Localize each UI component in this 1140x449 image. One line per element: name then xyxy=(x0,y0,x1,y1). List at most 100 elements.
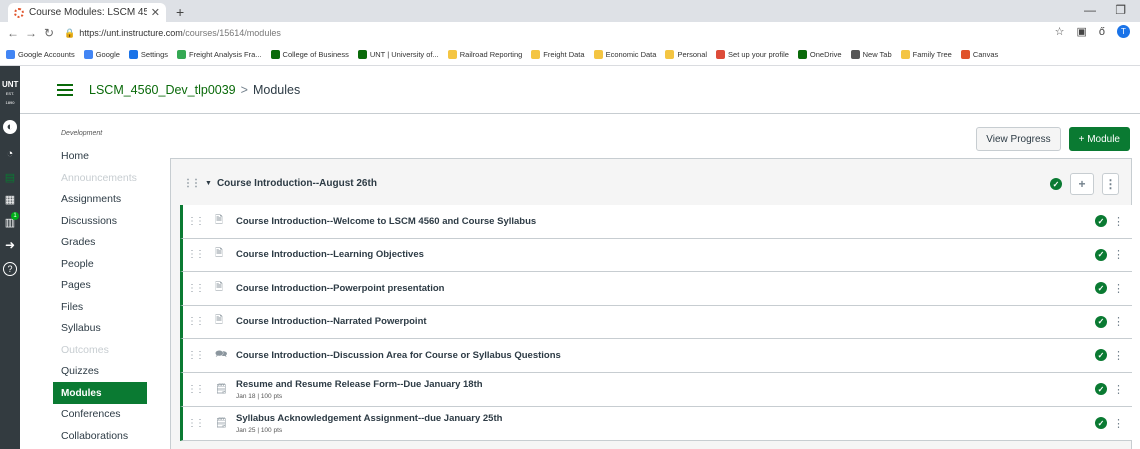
bookmark-item[interactable]: College of Business xyxy=(270,50,349,59)
course-nav-item-syllabus[interactable]: Syllabus xyxy=(61,322,101,334)
drag-handle-icon[interactable]: ⋮⋮ xyxy=(187,216,205,227)
back-icon[interactable]: ← xyxy=(4,26,22,40)
close-tab-icon[interactable]: ✕ xyxy=(151,6,160,19)
item-menu-icon[interactable]: ⋮ xyxy=(1113,315,1124,328)
bookmark-item[interactable]: Freight Data xyxy=(531,50,585,59)
module-menu-button[interactable]: ⋮ xyxy=(1102,173,1119,195)
course-nav-item-discussions[interactable]: Discussions xyxy=(61,215,117,227)
bookmark-item[interactable]: Google Accounts xyxy=(6,50,75,59)
module-item-title[interactable]: Course Introduction--Powerpoint presenta… xyxy=(236,283,444,294)
account-icon[interactable]: ◐ xyxy=(3,120,17,134)
collapse-caret-icon[interactable]: ▼ xyxy=(205,180,212,187)
bookmark-item[interactable]: Personal xyxy=(665,50,707,59)
module-item-title[interactable]: Course Introduction--Discussion Area for… xyxy=(236,350,561,361)
course-nav-item-people[interactable]: People xyxy=(61,258,94,270)
bookmark-item[interactable]: OneDrive xyxy=(797,50,842,59)
new-tab-button[interactable]: + xyxy=(176,4,184,20)
module-item[interactable]: ⋮⋮ 🗪 Course Introduction--Discussion Area … xyxy=(180,339,1132,373)
course-nav-item-collaborations[interactable]: Collaborations xyxy=(61,430,128,442)
item-menu-icon[interactable]: ⋮ xyxy=(1113,215,1124,228)
drag-handle-icon[interactable]: ⋮⋮ xyxy=(187,249,205,260)
bookmark-item[interactable]: Google xyxy=(83,50,120,59)
module-item-title[interactable]: Syllabus Acknowledgement Assignment--due… xyxy=(236,413,502,434)
module-item[interactable]: ⋮⋮ 🗎 Course Introduction--Learning Objecti… xyxy=(180,238,1132,272)
module-item-title[interactable]: Course Introduction--Learning Objectives xyxy=(236,249,424,260)
help-icon[interactable]: ? xyxy=(3,262,17,276)
published-check-icon[interactable]: ✓ xyxy=(1095,215,1107,228)
bookmark-item[interactable]: UNT | University of... xyxy=(357,50,439,59)
course-nav-item-grades[interactable]: Grades xyxy=(61,236,95,248)
course-nav-item-conferences[interactable]: Conferences xyxy=(61,408,121,420)
calendar-icon[interactable]: ▦ xyxy=(3,192,17,206)
bookmark-icon xyxy=(177,50,187,59)
extension2-icon[interactable]: ő xyxy=(1099,26,1105,38)
module-item-title[interactable]: Resume and Resume Release Form--Due Janu… xyxy=(236,379,483,400)
url-field[interactable]: 🔒 https://unt.instructure.com/courses/156… xyxy=(64,28,281,39)
drag-handle-icon[interactable]: ⋮⋮ xyxy=(187,283,205,294)
drag-handle-icon[interactable]: ⋮⋮ xyxy=(187,350,205,361)
item-menu-icon[interactable]: ⋮ xyxy=(1113,383,1124,396)
bookmark-item[interactable]: Family Tree xyxy=(900,50,952,59)
reload-icon[interactable]: ↻ xyxy=(40,26,58,40)
item-menu-icon[interactable]: ⋮ xyxy=(1113,417,1124,430)
bookmark-item[interactable]: New Tab xyxy=(850,50,892,59)
item-meta: Jan 25 | 100 pts xyxy=(236,426,283,434)
add-item-button[interactable]: + xyxy=(1070,173,1094,195)
published-check-icon[interactable]: ✓ xyxy=(1050,178,1062,190)
course-nav-item-assignments[interactable]: Assignments xyxy=(61,193,121,205)
module-panel: ⋮⋮ ▼ Course Introduction--August 26th ✓ … xyxy=(170,158,1132,449)
drag-handle-icon[interactable]: ⋮⋮ xyxy=(187,384,205,395)
extension-icon[interactable]: ▣ xyxy=(1076,25,1086,38)
published-check-icon[interactable]: ✓ xyxy=(1095,417,1107,429)
module-item[interactable]: ⋮⋮ 🗒 Syllabus Acknowledgement Assignment--… xyxy=(180,406,1132,441)
commons-icon[interactable]: ➜ xyxy=(3,238,17,252)
published-check-icon[interactable]: ✓ xyxy=(1095,282,1107,295)
browser-tab[interactable]: Course Modules: LSCM 4560 Bus ✕ xyxy=(8,3,166,22)
bookmark-item[interactable]: Economic Data xyxy=(593,50,657,59)
page-icon: 🗎 xyxy=(215,281,224,293)
bookmark-item[interactable]: Set up your profile xyxy=(716,50,789,59)
hamburger-menu-icon[interactable] xyxy=(57,84,73,96)
item-menu-icon[interactable]: ⋮ xyxy=(1113,248,1124,261)
module-item[interactable]: ⋮⋮ 🗎 Course Introduction--Powerpoint prese… xyxy=(180,272,1132,306)
bookmark-item[interactable]: Canvas xyxy=(960,50,998,59)
courses-icon[interactable]: ▤ xyxy=(3,170,17,184)
dashboard-icon[interactable]: ◔ xyxy=(3,147,17,161)
unt-logo[interactable]: UNT EST. 1890 xyxy=(2,80,18,107)
bookmark-star-icon[interactable]: ☆ xyxy=(1055,25,1065,38)
bookmark-label: Economic Data xyxy=(605,50,657,59)
module-item[interactable]: ⋮⋮ 🗎 Course Introduction--Welcome to LSCM … xyxy=(180,205,1132,239)
drag-handle-icon[interactable]: ⋮⋮ xyxy=(187,418,205,429)
tab-strip: Course Modules: LSCM 4560 Bus ✕ + — ❐ xyxy=(0,0,1140,22)
profile-avatar[interactable]: T xyxy=(1117,25,1130,38)
bookmark-item[interactable]: Settings xyxy=(128,50,168,59)
module-item[interactable]: ⋮⋮ 🗒 Resume and Resume Release Form--Due J… xyxy=(180,372,1132,407)
course-nav-item-pages[interactable]: Pages xyxy=(61,279,91,291)
forward-icon[interactable]: → xyxy=(22,26,40,40)
published-check-icon[interactable]: ✓ xyxy=(1095,383,1107,395)
restore-icon[interactable]: ❐ xyxy=(1115,3,1126,17)
drag-handle-icon[interactable]: ⋮⋮ xyxy=(187,316,205,327)
module-item-title[interactable]: Course Introduction--Narrated Powerpoint xyxy=(236,316,427,327)
course-nav-item-home[interactable]: Home xyxy=(61,150,89,162)
minimize-icon[interactable]: — xyxy=(1084,3,1096,17)
item-menu-icon[interactable]: ⋮ xyxy=(1113,349,1124,362)
course-nav-item-quizzes[interactable]: Quizzes xyxy=(61,365,99,377)
published-check-icon[interactable]: ✓ xyxy=(1095,248,1107,261)
course-nav-item-files[interactable]: Files xyxy=(61,301,83,313)
module-item-title[interactable]: Course Introduction--Welcome to LSCM 456… xyxy=(236,216,536,227)
view-progress-button[interactable]: View Progress xyxy=(976,127,1061,151)
published-check-icon[interactable]: ✓ xyxy=(1095,315,1107,328)
logo-sub: EST. 1890 xyxy=(5,91,15,105)
module-item[interactable]: ⋮⋮ 🗎 Course Introduction--Narrated Powerpo… xyxy=(180,305,1132,339)
course-nav-item-modules[interactable]: Modules xyxy=(53,382,147,404)
drag-handle-icon[interactable]: ⋮⋮ xyxy=(183,178,201,189)
item-menu-icon[interactable]: ⋮ xyxy=(1113,282,1124,295)
bookmark-item[interactable]: Freight Analysis Fra... xyxy=(177,50,262,59)
bookmark-item[interactable]: Railroad Reporting xyxy=(447,50,522,59)
add-module-button[interactable]: + Module xyxy=(1068,127,1130,151)
breadcrumb-course-link[interactable]: LSCM_4560_Dev_tlp0039 xyxy=(89,83,236,97)
module-header[interactable]: ⋮⋮ ▼ Course Introduction--August 26th ✓ … xyxy=(171,159,1131,207)
published-check-icon[interactable]: ✓ xyxy=(1095,349,1107,362)
inbox-icon[interactable]: ▥ 1 xyxy=(3,212,19,229)
